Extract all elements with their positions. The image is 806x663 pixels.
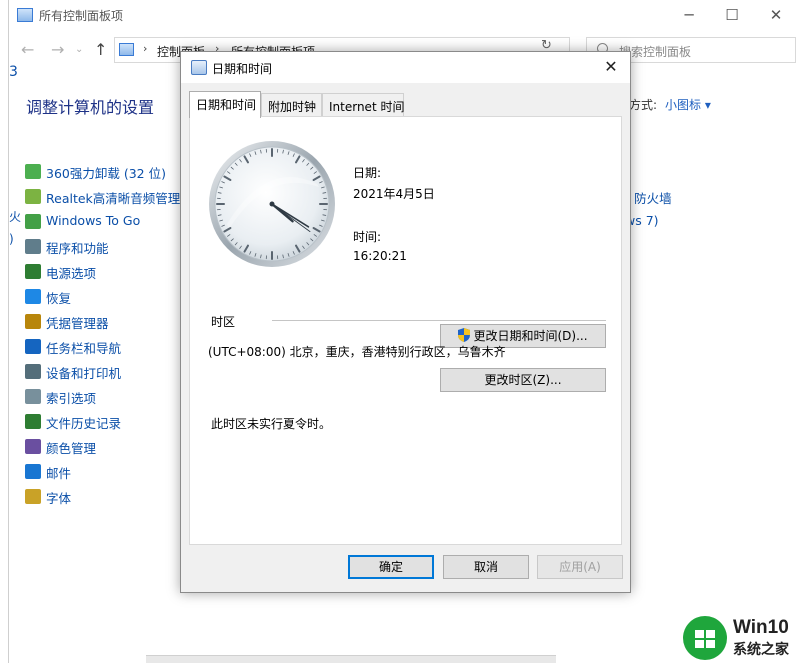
left-edge-fragment: 3 [9, 64, 18, 80]
control-panel-item[interactable]: Realtek高清晰音频管理器 [25, 187, 200, 207]
timezone-divider [272, 320, 606, 321]
time-value: 16:20:21 [353, 249, 407, 263]
date-time-icon [191, 60, 207, 75]
control-panel-item-label: 凭据管理器 [46, 316, 109, 331]
cancel-button[interactable]: 取消 [443, 555, 529, 579]
page-heading: 调整计算机的设置 [26, 98, 155, 117]
control-panel-item-label: Windows To Go [46, 213, 141, 228]
control-panel-item-label: 设备和打印机 [46, 366, 122, 381]
control-panel-item-label: 程序和功能 [46, 241, 109, 256]
dialog-titlebar: 日期和时间 ✕ [181, 52, 630, 83]
credential-icon [25, 314, 41, 329]
control-panel-item-label: 文件历史记录 [46, 416, 122, 431]
windows-logo-icon [683, 616, 727, 660]
uac-shield-icon [458, 328, 471, 342]
control-panel-item-label: Realtek高清晰音频管理器 [46, 191, 193, 206]
minimize-button[interactable]: ─ [674, 4, 704, 26]
change-timezone-button[interactable]: 更改时区(Z)... [440, 368, 606, 392]
control-panel-item[interactable]: 凭据管理器 [25, 312, 200, 332]
tab-additional-clocks[interactable]: 附加时钟 [261, 93, 322, 117]
control-panel-item[interactable]: 任务栏和导航 [25, 337, 200, 357]
taskbar-icon [25, 339, 41, 354]
date-value: 2021年4月5日 [353, 187, 435, 201]
analog-clock [209, 141, 335, 267]
control-panel-titlebar: 所有控制面板项 ─ ☐ ✕ [9, 0, 806, 30]
maximize-button[interactable]: ☐ [717, 4, 747, 26]
audio-icon [25, 189, 41, 204]
control-panel-item-label: 索引选项 [46, 391, 97, 406]
up-arrow-icon[interactable]: ↑ [94, 40, 107, 59]
control-panel-item[interactable]: 颜色管理 [25, 437, 200, 457]
control-panel-item-label: 360强力卸载 (32 位) [46, 166, 166, 181]
tab-internet-time[interactable]: Internet 时间 [322, 93, 404, 117]
control-panel-item[interactable]: 索引选项 [25, 387, 200, 407]
view-by-dropdown[interactable]: 小图标 ▾ [665, 96, 711, 113]
change-date-time-label: 更改日期和时间(D)... [473, 329, 588, 343]
time-label: 时间: [353, 230, 382, 244]
control-panel-item[interactable]: 恢复 [25, 287, 200, 307]
control-panel-icon [17, 8, 33, 22]
control-panel-item[interactable]: 文件历史记录 [25, 412, 200, 432]
apply-button[interactable]: 应用(A) [537, 555, 623, 579]
ok-button[interactable]: 确定 [348, 555, 434, 579]
dialog-title: 日期和时间 [212, 62, 273, 76]
recovery-icon [25, 289, 41, 304]
control-panel-item-label: 字体 [46, 491, 72, 506]
control-panel-item-label: 颜色管理 [46, 441, 97, 456]
breadcrumb-separator-icon: › [143, 42, 148, 55]
dst-note: 此时区未实行夏令时。 [211, 417, 332, 431]
left-edge-fragment: 火 [9, 210, 22, 224]
date-time-dialog: 日期和时间 ✕ 日期和时间 附加时钟 Internet 时间 日期: 2021年… [180, 51, 631, 593]
power-icon [25, 264, 41, 279]
font-icon [25, 489, 41, 504]
watermark-subtitle: 系统之家 [733, 642, 789, 658]
color-management-icon [25, 439, 41, 454]
date-label: 日期: [353, 166, 382, 180]
tab-date-time[interactable]: 日期和时间 [189, 91, 261, 118]
back-arrow-icon[interactable]: ← [21, 40, 34, 59]
horizontal-scrollbar[interactable] [146, 655, 556, 663]
control-panel-item[interactable]: 程序和功能 [25, 237, 200, 257]
control-panel-item[interactable]: 字体 [25, 487, 200, 507]
control-panel-item[interactable]: 设备和打印机 [25, 362, 200, 382]
timezone-value: (UTC+08:00) 北京，重庆，香港特别行政区，乌鲁木齐 [208, 345, 506, 359]
uninstall-icon [25, 164, 41, 179]
view-by-label: 方式: [629, 98, 658, 112]
timezone-group-label: 时区 [211, 315, 236, 329]
control-panel-item-label: 电源选项 [46, 266, 97, 281]
watermark-brand: Win10 [733, 617, 789, 638]
recent-chevron-icon[interactable]: ⌄ [75, 44, 83, 55]
control-panel-address-icon [119, 43, 134, 56]
close-window-button[interactable]: ✕ [761, 4, 791, 26]
index-icon [25, 389, 41, 404]
control-panel-item[interactable]: 电源选项 [25, 262, 200, 282]
file-history-icon [25, 414, 41, 429]
windows-to-go-icon [25, 214, 41, 229]
forward-arrow-icon[interactable]: → [51, 40, 64, 59]
control-panel-item[interactable]: 360强力卸载 (32 位) [25, 162, 200, 182]
printer-icon [25, 364, 41, 379]
control-panel-item-label: 邮件 [46, 466, 72, 481]
win10-watermark: Win10 系统之家 [683, 614, 806, 663]
control-panel-item[interactable]: Windows To Go [25, 212, 200, 232]
control-panel-item-label: 恢复 [46, 291, 72, 306]
left-edge-fragment: ) [9, 232, 14, 246]
programs-icon [25, 239, 41, 254]
date-time-tab-panel: 日期: 2021年4月5日 时间: 16:20:21 更改日期和时间(D)...… [189, 116, 622, 545]
firewall-item-fragment[interactable]: r 防火墙 [625, 188, 672, 207]
window-title: 所有控制面板项 [39, 9, 124, 23]
control-panel-item-label: 任务栏和导航 [46, 341, 122, 356]
mail-icon [25, 464, 41, 479]
control-panel-item[interactable]: 邮件 [25, 462, 200, 482]
close-icon[interactable]: ✕ [600, 56, 622, 78]
